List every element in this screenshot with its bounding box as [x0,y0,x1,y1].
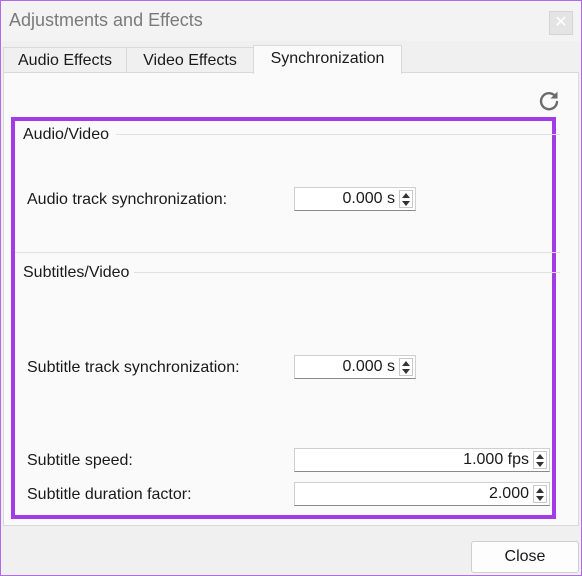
subtitle-sync-spinbox[interactable]: 0.000 s [294,355,416,379]
subtitle-speed-value: 1.000 fps [463,451,529,468]
audio-sync-spinbox[interactable]: 0.000 s [294,187,416,211]
arrow-up-icon[interactable] [536,454,544,459]
arrow-down-icon[interactable] [536,496,544,501]
subtitle-duration-value: 2.000 [488,485,529,502]
refresh-icon[interactable] [537,89,561,113]
audio-sync-label: Audio track synchronization: [27,191,228,208]
subtitle-speed-spinbox[interactable]: 1.000 fps [294,448,550,472]
close-button[interactable]: Close [471,541,579,573]
subtitle-duration-label: Subtitle duration factor: [27,486,192,503]
subtitle-speed-stepper[interactable] [533,451,547,469]
audio-sync-value: 0.000 s [342,190,395,207]
window-title: Adjustments and Effects [9,10,203,30]
subtitle-duration-spinbox[interactable]: 2.000 [294,482,550,506]
subtitle-sync-label: Subtitle track synchronization: [27,359,240,376]
tab-bar: Audio Effects Video Effects Synchronizat… [1,45,581,74]
subtitle-sync-stepper[interactable] [399,358,413,376]
audio-video-divider [116,134,560,135]
tab-video-effects[interactable]: Video Effects [126,47,254,73]
title-bar: Adjustments and Effects ✕ [1,1,581,41]
arrow-up-icon[interactable] [402,193,410,198]
arrow-down-icon[interactable] [536,462,544,467]
audio-sync-stepper[interactable] [399,190,413,208]
subtitle-speed-label: Subtitle speed: [27,452,133,469]
subtitles-video-divider [134,272,560,273]
audio-video-group-title: Audio/Video [23,126,109,143]
arrow-up-icon[interactable] [536,488,544,493]
tab-audio-effects[interactable]: Audio Effects [3,47,127,73]
subtitles-video-group-title: Subtitles/Video [23,264,130,281]
window-close-icon[interactable]: ✕ [549,11,573,35]
arrow-down-icon[interactable] [402,201,410,206]
adjustments-effects-window: Adjustments and Effects ✕ Audio Effects … [0,0,582,576]
subtitle-duration-stepper[interactable] [533,485,547,503]
section-divider [15,252,560,253]
arrow-down-icon[interactable] [402,369,410,374]
tab-synchronization[interactable]: Synchronization [253,45,402,74]
arrow-up-icon[interactable] [402,361,410,366]
subtitle-sync-value: 0.000 s [342,358,395,375]
